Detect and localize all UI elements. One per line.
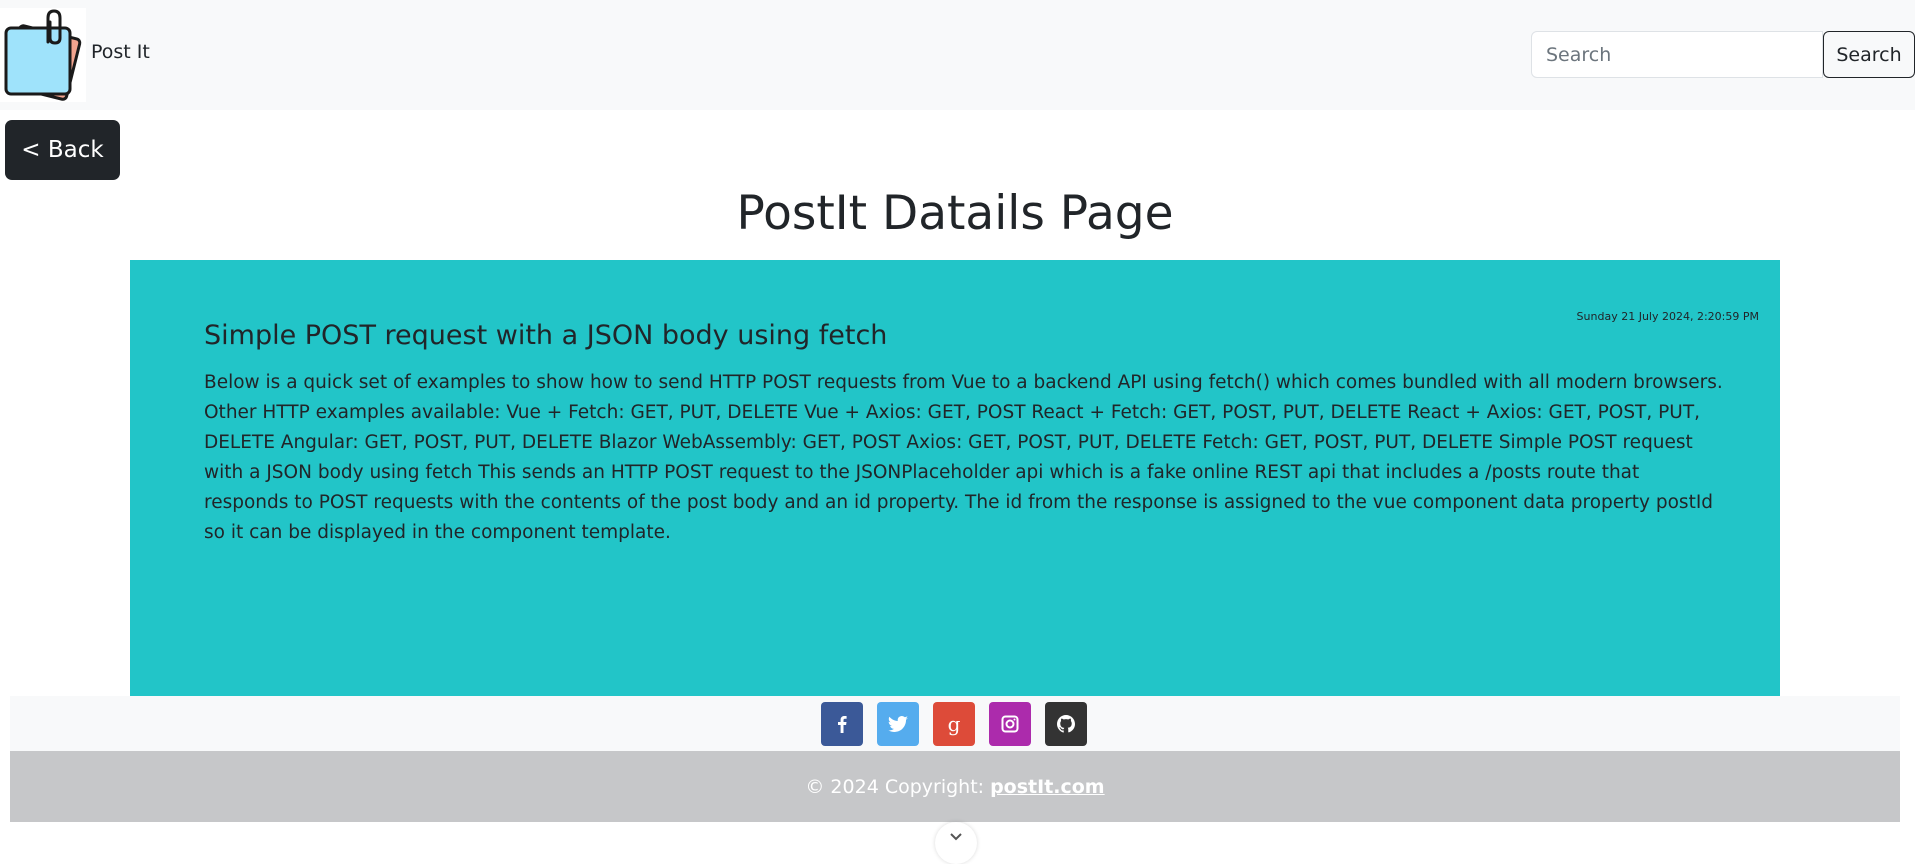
twitter-button[interactable] [877, 702, 919, 746]
facebook-button[interactable] [821, 702, 863, 746]
instagram-button[interactable] [989, 702, 1031, 746]
github-button[interactable] [1045, 702, 1087, 746]
twitter-icon [888, 716, 908, 732]
search-input[interactable] [1531, 31, 1823, 78]
facebook-icon [838, 716, 847, 733]
brand-name: Post It [91, 41, 150, 63]
brand-link[interactable]: Post It [0, 8, 150, 102]
post-body: Below is a quick set of examples to show… [204, 372, 1723, 543]
navbar: Post It Search [0, 0, 1915, 110]
footer: © 2024 Copyright: postIt.com [10, 751, 1900, 822]
footer-copyright: © 2024 Copyright: [805, 775, 985, 798]
google-button[interactable]: g [933, 702, 975, 746]
social-bar: g [10, 696, 1900, 751]
page-title: PostIt Datails Page [736, 186, 1174, 241]
chevron-down-icon [950, 833, 962, 841]
github-icon [1057, 715, 1075, 733]
footer-link[interactable]: postIt.com [990, 776, 1105, 798]
back-button[interactable]: < Back [5, 120, 120, 180]
google-icon: g [947, 712, 961, 736]
search-button[interactable]: Search [1823, 31, 1915, 78]
instagram-icon [1001, 715, 1019, 733]
scroll-top-button[interactable] [935, 822, 977, 864]
post-card: Sunday 21 July 2024, 2:20:59 PM Simple P… [130, 260, 1780, 696]
post-date: Sunday 21 July 2024, 2:20:59 PM [1576, 310, 1759, 323]
post-title: Simple POST request with a JSON body usi… [204, 320, 888, 351]
postit-logo-icon [0, 8, 86, 102]
